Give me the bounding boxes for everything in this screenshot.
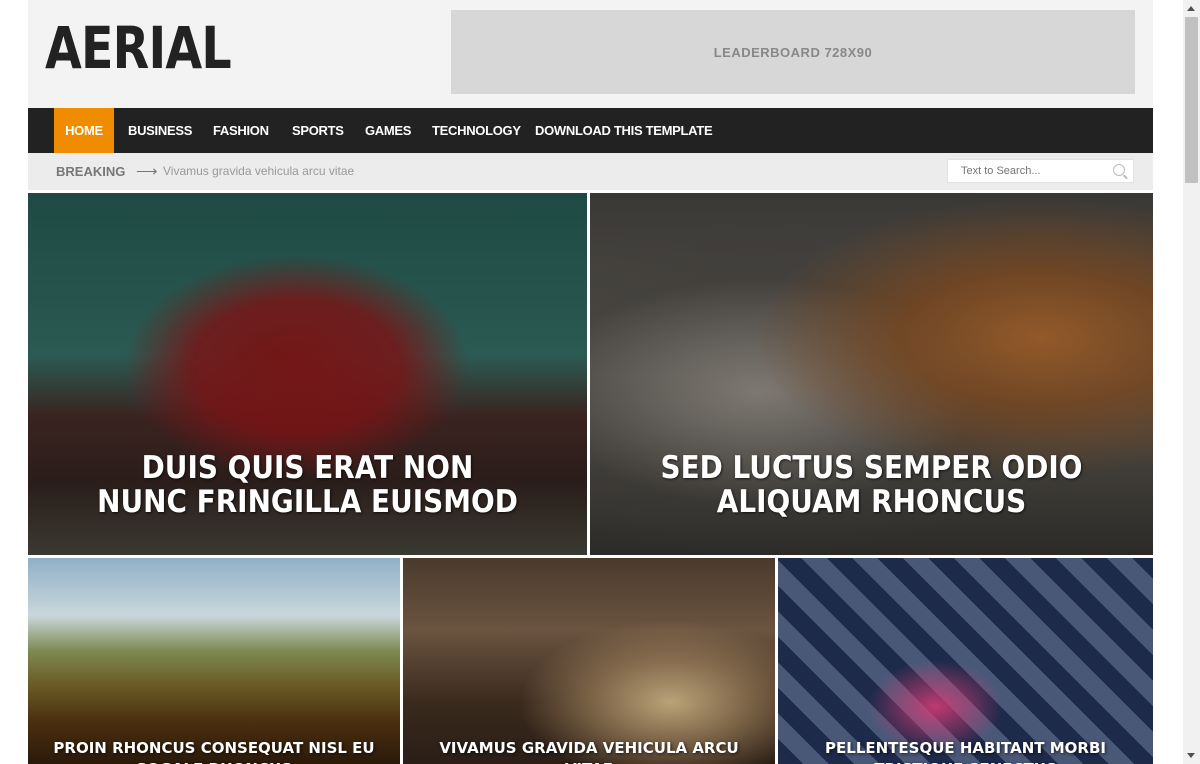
post-card-title[interactable]: VIVAMUS GRAVIDA VEHICULA ARCU VITAE xyxy=(403,738,775,764)
post-card-title[interactable]: PELLENTESQUE HABITANT MORBI TRISTIQUE SE… xyxy=(778,738,1153,764)
arrow-right-icon: ⟶ xyxy=(136,163,158,180)
nav-item-games[interactable]: GAMES xyxy=(365,108,411,153)
featured-post-title[interactable]: SED LUCTUS SEMPER ODIO ALIQUAM RHONCUS xyxy=(618,451,1125,519)
post-card-1[interactable]: PROIN RHONCUS CONSEQUAT NISL EU SOGALE R… xyxy=(28,558,400,764)
search-input[interactable] xyxy=(948,160,1111,182)
breaking-headline-link[interactable]: Vivamus gravida vehicula arcu vitae xyxy=(163,153,354,190)
leaderboard-ad[interactable]: LEADERBOARD 728X90 xyxy=(451,10,1135,94)
nav-item-fashion[interactable]: FASHION xyxy=(213,108,269,153)
post-card-3[interactable]: PELLENTESQUE HABITANT MORBI TRISTIQUE SE… xyxy=(778,558,1153,764)
vertical-scrollbar[interactable] xyxy=(1183,0,1200,764)
scroll-up-arrow-icon[interactable] xyxy=(1183,0,1200,17)
post-card-title[interactable]: PROIN RHONCUS CONSEQUAT NISL EU SOGALE R… xyxy=(28,738,400,764)
site-header: AERIAL LEADERBOARD 728X90 xyxy=(28,0,1153,108)
featured-post-2[interactable]: SED LUCTUS SEMPER ODIO ALIQUAM RHONCUS xyxy=(590,193,1153,555)
search-icon[interactable] xyxy=(1113,164,1125,176)
nav-item-business[interactable]: BUSINESS xyxy=(128,108,192,153)
nav-item-home[interactable]: HOME xyxy=(54,108,114,153)
main-nav: HOME BUSINESS FASHION SPORTS GAMES TECHN… xyxy=(28,108,1153,153)
nav-item-download-template[interactable]: DOWNLOAD THIS TEMPLATE xyxy=(535,108,713,153)
nav-item-sports[interactable]: SPORTS xyxy=(292,108,344,153)
site-logo[interactable]: AERIAL xyxy=(45,10,232,86)
page: AERIAL LEADERBOARD 728X90 HOME BUSINESS … xyxy=(28,0,1153,764)
featured-post-1[interactable]: DUIS QUIS ERAT NON NUNC FRINGILLA EUISMO… xyxy=(28,193,587,555)
nav-item-technology[interactable]: TECHNOLOGY xyxy=(432,108,521,153)
breaking-label: BREAKING xyxy=(56,164,126,179)
featured-post-title[interactable]: DUIS QUIS ERAT NON NUNC FRINGILLA EUISMO… xyxy=(56,451,559,519)
scroll-down-arrow-icon[interactable] xyxy=(1183,747,1200,764)
scrollbar-thumb[interactable] xyxy=(1185,17,1198,183)
post-card-2[interactable]: VIVAMUS GRAVIDA VEHICULA ARCU VITAE xyxy=(403,558,775,764)
search-box xyxy=(947,159,1134,183)
breaking-news-bar: BREAKING ⟶ Vivamus gravida vehicula arcu… xyxy=(28,153,1153,190)
